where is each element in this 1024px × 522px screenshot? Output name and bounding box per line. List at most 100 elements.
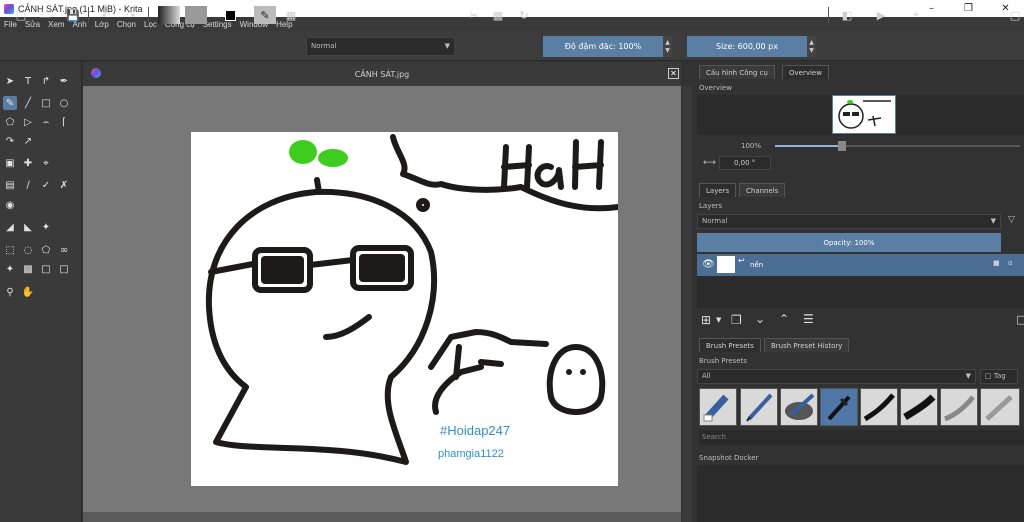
select-shapes-icon[interactable]: ➤	[3, 74, 17, 88]
zoom-tool-icon[interactable]: ⚲	[3, 285, 17, 299]
canvas-image[interactable]: #Hoidap247 phamgia1122	[191, 132, 618, 486]
canvas-horizontal-scrollbar[interactable]	[83, 512, 681, 522]
alpha-lock-icon[interactable]: ▩	[490, 6, 506, 24]
dynamic-brush-icon[interactable]: ↷	[3, 134, 17, 148]
layer-blend-dropdown[interactable]: Normal ▼	[697, 214, 1001, 229]
brush-preset-pencil[interactable]	[740, 388, 778, 426]
measure-tool-icon[interactable]: ◢	[3, 220, 17, 234]
open-folder-icon[interactable]: 🗁	[38, 6, 56, 24]
opacity-spinner[interactable]: ▲ ▼	[663, 36, 672, 57]
rectangle-tool-icon[interactable]: □	[39, 96, 53, 110]
lock-icon[interactable]: ■	[993, 259, 1000, 267]
close-document-icon[interactable]: ✕	[668, 68, 679, 79]
brush-preset-smudge[interactable]	[940, 388, 978, 426]
chevron-down-icon[interactable]: ▼	[716, 316, 721, 324]
pattern-icon[interactable]	[185, 6, 207, 24]
brush-preset-marker[interactable]	[900, 388, 938, 426]
rect-select-icon[interactable]: ⬚	[3, 243, 17, 257]
main-toolbar	[0, 31, 1024, 61]
wrap-around-icon[interactable]: ⌖	[906, 6, 926, 24]
move-tool-icon[interactable]: ✚	[21, 156, 35, 170]
brush-preset-selected[interactable]	[820, 388, 858, 426]
bezier-tool-icon[interactable]: ⌢	[39, 115, 53, 129]
save-icon[interactable]: 💾	[64, 6, 82, 24]
color-picker-icon[interactable]: ∕	[21, 178, 35, 192]
tab-layers[interactable]: Layers	[699, 183, 737, 197]
overview-thumbnail[interactable]	[832, 95, 896, 134]
brush-filter-dropdown[interactable]: All ▼	[697, 369, 976, 384]
edit-brush-settings-icon[interactable]: ▦	[283, 6, 299, 24]
move-layer-up-icon[interactable]: ⌃	[779, 312, 789, 326]
bezier-select-icon[interactable]: □	[39, 262, 53, 276]
smart-patch-icon[interactable]: ✓	[39, 178, 53, 192]
filter-icon[interactable]: ▽	[1008, 215, 1015, 225]
tag-label: Tag	[993, 372, 1006, 380]
mirror-horizontal-icon[interactable]: ◧	[838, 6, 856, 24]
mirror-vertical-icon[interactable]: ▶	[872, 6, 890, 24]
magnetic-select-icon[interactable]: □	[57, 262, 71, 276]
freehand-path-icon[interactable]: ⌈	[57, 115, 71, 129]
multibrush-icon[interactable]: ↗	[21, 134, 35, 148]
menu-filter[interactable]: Lọc	[144, 20, 157, 29]
canvas-vertical-scrollbar[interactable]	[682, 86, 692, 522]
ellipse-tool-icon[interactable]: ○	[57, 96, 71, 110]
layer-properties-icon[interactable]: ☰	[803, 312, 814, 326]
polyline-tool-icon[interactable]: ▷	[21, 115, 35, 129]
new-document-icon[interactable]: □	[12, 6, 30, 24]
fill-tool-icon[interactable]: ◉	[3, 198, 17, 212]
size-spinner[interactable]: ▲ ▼	[807, 36, 816, 57]
contiguous-select-icon[interactable]: ✦	[3, 262, 17, 276]
toolbar-overflow-icon[interactable]: □	[1008, 6, 1022, 24]
tab-channels[interactable]: Channels	[739, 183, 786, 197]
alpha-icon[interactable]: α	[1008, 259, 1013, 267]
freehand-brush-icon[interactable]: ✎	[3, 96, 17, 110]
layer-row[interactable]	[697, 254, 1024, 276]
move-layer-down-icon[interactable]: ⌄	[755, 312, 765, 326]
brush-preset-blender[interactable]	[980, 388, 1020, 426]
add-layer-icon[interactable]: ⊞	[701, 313, 711, 327]
similar-select-icon[interactable]: ▩	[21, 262, 35, 276]
redo-icon[interactable]: ↷	[122, 6, 140, 24]
brush-preset-icon[interactable]: ✎	[254, 6, 276, 24]
duplicate-layer-icon[interactable]: ❐	[731, 313, 742, 327]
zoom-slider-handle[interactable]	[838, 141, 846, 151]
tab-overview[interactable]: Overview	[782, 65, 829, 79]
transform-tool-icon[interactable]: ▣	[3, 156, 17, 170]
fg-bg-colors-icon[interactable]	[220, 6, 240, 24]
freehand-select-icon[interactable]: ∞	[57, 243, 71, 257]
line-tool-icon[interactable]: ╱	[21, 96, 35, 110]
gradient-icon[interactable]	[158, 6, 180, 24]
tab-tool-options[interactable]: Cấu hình Công cụ	[699, 65, 775, 79]
brush-search-input[interactable]: Search	[699, 430, 1024, 445]
delete-layer-icon[interactable]: □	[1016, 313, 1024, 326]
text-tool-icon[interactable]: T	[21, 74, 35, 88]
polygon-select-icon[interactable]: ⬠	[39, 243, 53, 257]
size-slider[interactable]: Size: 600,00 px	[687, 36, 807, 57]
polygon-tool-icon[interactable]: ⬠	[3, 115, 17, 129]
undo-icon[interactable]: ↶	[97, 6, 115, 24]
gradient-tool-icon[interactable]: ▤	[3, 178, 17, 192]
maximize-button[interactable]: ❐	[950, 0, 987, 17]
calligraphy-icon[interactable]: ✒	[57, 74, 71, 88]
opacity-slider[interactable]: Độ đậm đặc: 100%	[543, 36, 663, 57]
assistant-tool-icon[interactable]: ✗	[57, 178, 71, 192]
blend-mode-dropdown[interactable]: Normal ▼	[306, 37, 455, 56]
tag-button[interactable]: □ Tag	[980, 369, 1018, 384]
layer-opacity-slider[interactable]: Opacity: 100%	[697, 233, 1001, 252]
reference-tool-icon[interactable]: ◣	[21, 220, 35, 234]
edit-shapes-icon[interactable]: ↱	[39, 74, 53, 88]
pan-tool-icon[interactable]: ✋	[21, 285, 35, 299]
tab-brush-presets[interactable]: Brush Presets	[699, 338, 761, 352]
crop-tool-icon[interactable]: ⌖	[39, 156, 53, 170]
pin-tool-icon[interactable]: ✦	[39, 220, 53, 234]
tab-brush-preset-history[interactable]: Brush Preset History	[764, 338, 850, 352]
rotation-field[interactable]: 0,00 °	[719, 156, 771, 170]
reload-preset-icon[interactable]: ↻	[516, 6, 532, 24]
brush-preset-ink[interactable]	[860, 388, 898, 426]
brush-preset-eraser[interactable]	[699, 388, 737, 426]
eye-visibility-icon[interactable]: 👁	[702, 259, 715, 270]
ellipse-select-icon[interactable]: ◌	[21, 243, 35, 257]
eraser-icon[interactable]: ✂	[466, 6, 482, 24]
document-tab[interactable]: CẢNH SÁT.jpg ✕	[83, 62, 681, 86]
brush-preset-airbrush[interactable]	[780, 388, 818, 426]
